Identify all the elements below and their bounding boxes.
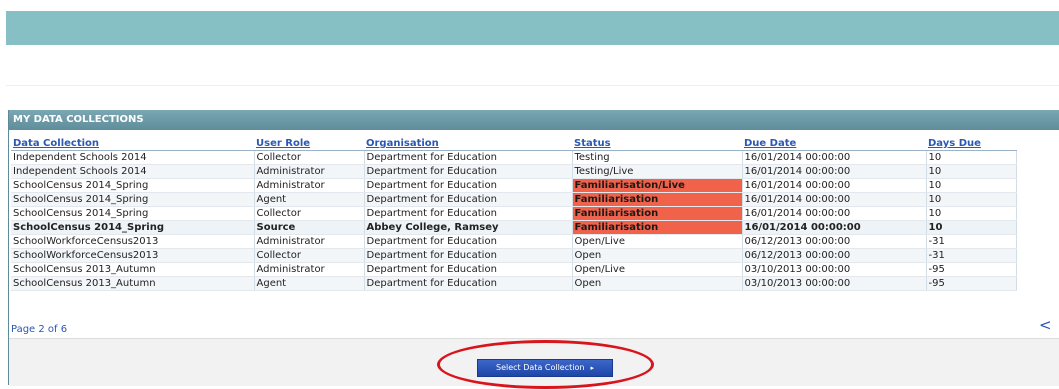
cell-collection: SchoolWorkforceCensus2013 — [11, 234, 255, 249]
table-row[interactable]: SchoolCensus 2014_Spring Agent Departmen… — [11, 192, 1017, 207]
cell-collection: SchoolCensus 2014_Spring — [11, 206, 255, 221]
cell-due-date: 03/10/2013 00:00:00 — [742, 262, 927, 277]
header-data-collection[interactable]: Data Collection — [11, 137, 254, 151]
cell-role: Agent — [254, 192, 365, 207]
cell-role: Collector — [254, 206, 365, 221]
top-banner — [6, 11, 1059, 45]
cell-days-due: -31 — [926, 234, 1017, 249]
data-collections-table: Data Collection User Role Organisation S… — [11, 137, 1017, 291]
cell-organisation: Department for Education — [364, 150, 573, 165]
cell-role: Collector — [254, 248, 365, 263]
table-row[interactable]: SchoolCensus 2013_Autumn Agent Departmen… — [11, 276, 1017, 291]
cell-status: Testing/Live — [572, 164, 743, 179]
cell-organisation: Department for Education — [364, 234, 573, 249]
cell-role: Administrator — [254, 234, 365, 249]
cell-days-due: -31 — [926, 248, 1017, 263]
cell-days-due: 10 — [926, 150, 1017, 165]
cell-days-due: 10 — [926, 164, 1017, 179]
cell-due-date: 16/01/2014 00:00:00 — [742, 220, 927, 235]
table-row[interactable]: Independent Schools 2014 Collector Depar… — [11, 150, 1017, 165]
cell-status-highlighted: Familiarisation/Live — [572, 178, 743, 193]
table-row[interactable]: SchoolCensus 2014_Spring Collector Depar… — [11, 206, 1017, 221]
table-row[interactable]: SchoolCensus 2014_Spring Administrator D… — [11, 178, 1017, 193]
cell-status-highlighted: Familiarisation — [572, 220, 743, 235]
cell-due-date: 16/01/2014 00:00:00 — [742, 150, 927, 165]
cell-collection: SchoolCensus 2013_Autumn — [11, 262, 255, 277]
cell-organisation: Department for Education — [364, 192, 573, 207]
cell-collection: SchoolWorkforceCensus2013 — [11, 248, 255, 263]
cell-days-due: -95 — [926, 262, 1017, 277]
cell-organisation: Department for Education — [364, 248, 573, 263]
cell-organisation: Department for Education — [364, 262, 573, 277]
cell-organisation: Department for Education — [364, 178, 573, 193]
separator-line — [6, 85, 1059, 86]
cell-collection: SchoolCensus 2013_Autumn — [11, 276, 255, 291]
table-header-row: Data Collection User Role Organisation S… — [11, 137, 1016, 151]
cell-collection: SchoolCensus 2014_Spring — [11, 220, 255, 235]
table-row[interactable]: SchoolWorkforceCensus2013 Administrator … — [11, 234, 1017, 249]
table-row[interactable]: Independent Schools 2014 Administrator D… — [11, 164, 1017, 179]
cell-status: Open — [572, 248, 743, 263]
cell-organisation: Department for Education — [364, 206, 573, 221]
header-organisation[interactable]: Organisation — [364, 137, 572, 151]
cell-due-date: 16/01/2014 00:00:00 — [742, 206, 927, 221]
cell-role: Agent — [254, 276, 365, 291]
table-row-selected[interactable]: SchoolCensus 2014_Spring Source Abbey Co… — [11, 220, 1017, 235]
cell-collection: SchoolCensus 2014_Spring — [11, 192, 255, 207]
cell-status-highlighted: Familiarisation — [572, 192, 743, 207]
cell-organisation: Department for Education — [364, 164, 573, 179]
cell-status: Open/Live — [572, 234, 743, 249]
cell-status: Open — [572, 276, 743, 291]
cell-due-date: 06/12/2013 00:00:00 — [742, 248, 927, 263]
cell-days-due: 10 — [926, 192, 1017, 207]
table-row[interactable]: SchoolWorkforceCensus2013 Collector Depa… — [11, 248, 1017, 263]
cell-status-highlighted: Familiarisation — [572, 206, 743, 221]
cell-due-date: 06/12/2013 00:00:00 — [742, 234, 927, 249]
cell-role: Administrator — [254, 178, 365, 193]
cell-organisation: Abbey College, Ramsey — [364, 220, 573, 235]
cell-organisation: Department for Education — [364, 276, 573, 291]
cell-due-date: 16/01/2014 00:00:00 — [742, 164, 927, 179]
pager-label: Page 2 of 6 — [11, 324, 68, 335]
header-days-due[interactable]: Days Due — [926, 137, 1016, 151]
cell-role: Source — [254, 220, 365, 235]
cell-role: Collector — [254, 150, 365, 165]
cell-collection: Independent Schools 2014 — [11, 164, 255, 179]
header-user-role[interactable]: User Role — [254, 137, 364, 151]
panel-title: MY DATA COLLECTIONS — [9, 110, 1059, 130]
cell-collection: SchoolCensus 2014_Spring — [11, 178, 255, 193]
cell-status: Open/Live — [572, 262, 743, 277]
cell-days-due: 10 — [926, 220, 1017, 235]
header-status[interactable]: Status — [572, 137, 742, 151]
cell-due-date: 16/01/2014 00:00:00 — [742, 178, 927, 193]
cell-days-due: -95 — [926, 276, 1017, 291]
cell-days-due: 10 — [926, 206, 1017, 221]
cell-status: Testing — [572, 150, 743, 165]
cell-due-date: 16/01/2014 00:00:00 — [742, 192, 927, 207]
header-due-date[interactable]: Due Date — [742, 137, 926, 151]
cell-role: Administrator — [254, 262, 365, 277]
cell-due-date: 03/10/2013 00:00:00 — [742, 276, 927, 291]
annotation-circle — [437, 340, 654, 389]
cell-days-due: 10 — [926, 178, 1017, 193]
cell-collection: Independent Schools 2014 — [11, 150, 255, 165]
cell-role: Administrator — [254, 164, 365, 179]
table-row[interactable]: SchoolCensus 2013_Autumn Administrator D… — [11, 262, 1017, 277]
